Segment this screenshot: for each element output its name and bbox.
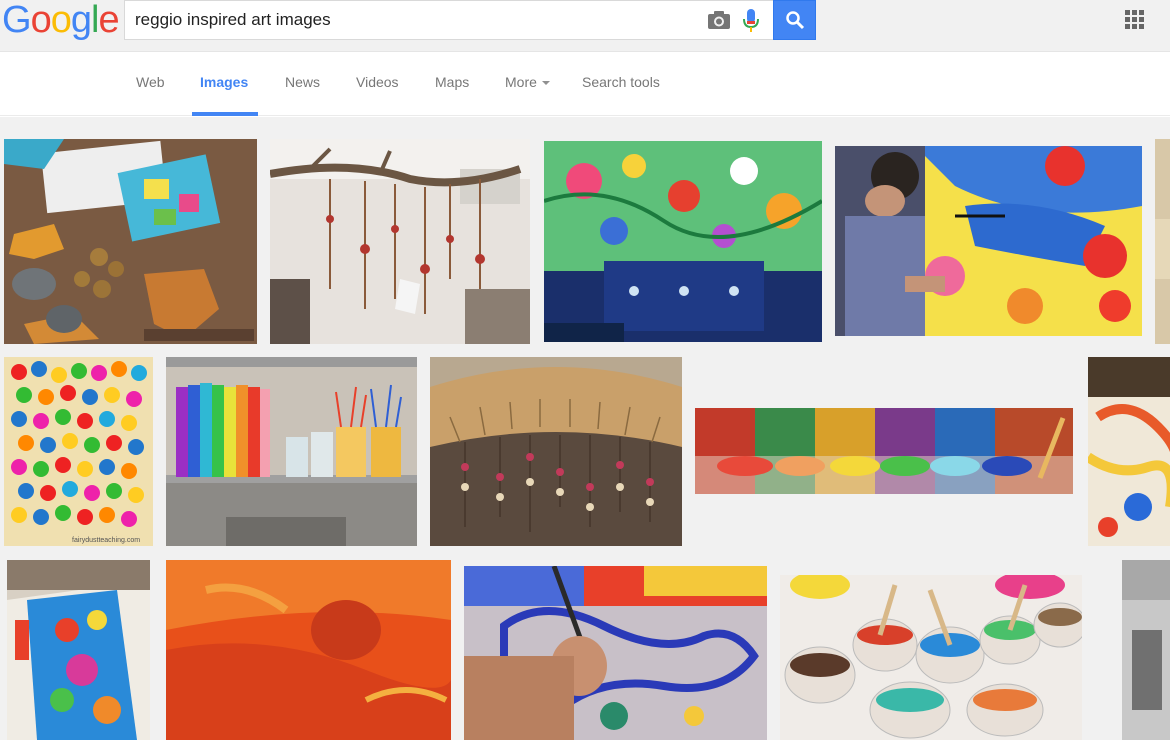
logo-letter: o [50, 0, 72, 41]
google-logo[interactable]: Google [2, 0, 120, 41]
logo-letter: g [70, 0, 92, 41]
tab-more-label: More [505, 74, 537, 90]
search-input[interactable] [135, 7, 695, 33]
image-result[interactable] [270, 139, 530, 344]
image-result[interactable] [430, 357, 682, 546]
logo-letter: e [98, 0, 119, 41]
search-box [124, 0, 774, 40]
tab-videos[interactable]: Videos [356, 74, 399, 90]
watermark-text: fairydustteaching.com [72, 537, 140, 544]
tab-maps[interactable]: Maps [435, 74, 469, 90]
tab-news[interactable]: News [285, 74, 320, 90]
image-result[interactable] [166, 357, 417, 546]
image-results-grid: fairydustteaching.com [0, 117, 1170, 740]
logo-letter: l [90, 0, 100, 41]
header-bar: Google [0, 0, 1170, 52]
tab-search-tools[interactable]: Search tools [582, 74, 660, 90]
image-result[interactable] [166, 560, 451, 740]
image-result[interactable] [1155, 139, 1170, 344]
logo-letter: o [30, 0, 52, 41]
camera-icon[interactable] [707, 9, 731, 31]
apps-grid-icon[interactable] [1125, 10, 1145, 30]
image-result[interactable] [695, 408, 1073, 494]
image-result[interactable] [4, 139, 257, 344]
image-result[interactable] [7, 560, 150, 740]
image-result[interactable]: fairydustteaching.com [4, 357, 153, 546]
tab-images[interactable]: Images [200, 74, 248, 90]
image-result[interactable] [1088, 357, 1170, 546]
image-result[interactable] [780, 575, 1082, 740]
image-result[interactable] [464, 566, 767, 740]
image-result[interactable] [835, 146, 1142, 336]
search-button[interactable] [773, 0, 816, 40]
mic-icon[interactable] [741, 7, 761, 35]
logo-letter: G [2, 0, 32, 41]
active-tab-indicator [192, 112, 258, 116]
tab-web[interactable]: Web [136, 74, 165, 90]
chevron-down-icon [541, 81, 550, 86]
tabs-bar: Web Images News Videos Maps More Search … [0, 52, 1170, 116]
tab-more[interactable]: More [505, 74, 550, 90]
image-result[interactable] [1122, 560, 1170, 740]
search-icon [786, 11, 805, 30]
image-result[interactable] [544, 141, 822, 342]
